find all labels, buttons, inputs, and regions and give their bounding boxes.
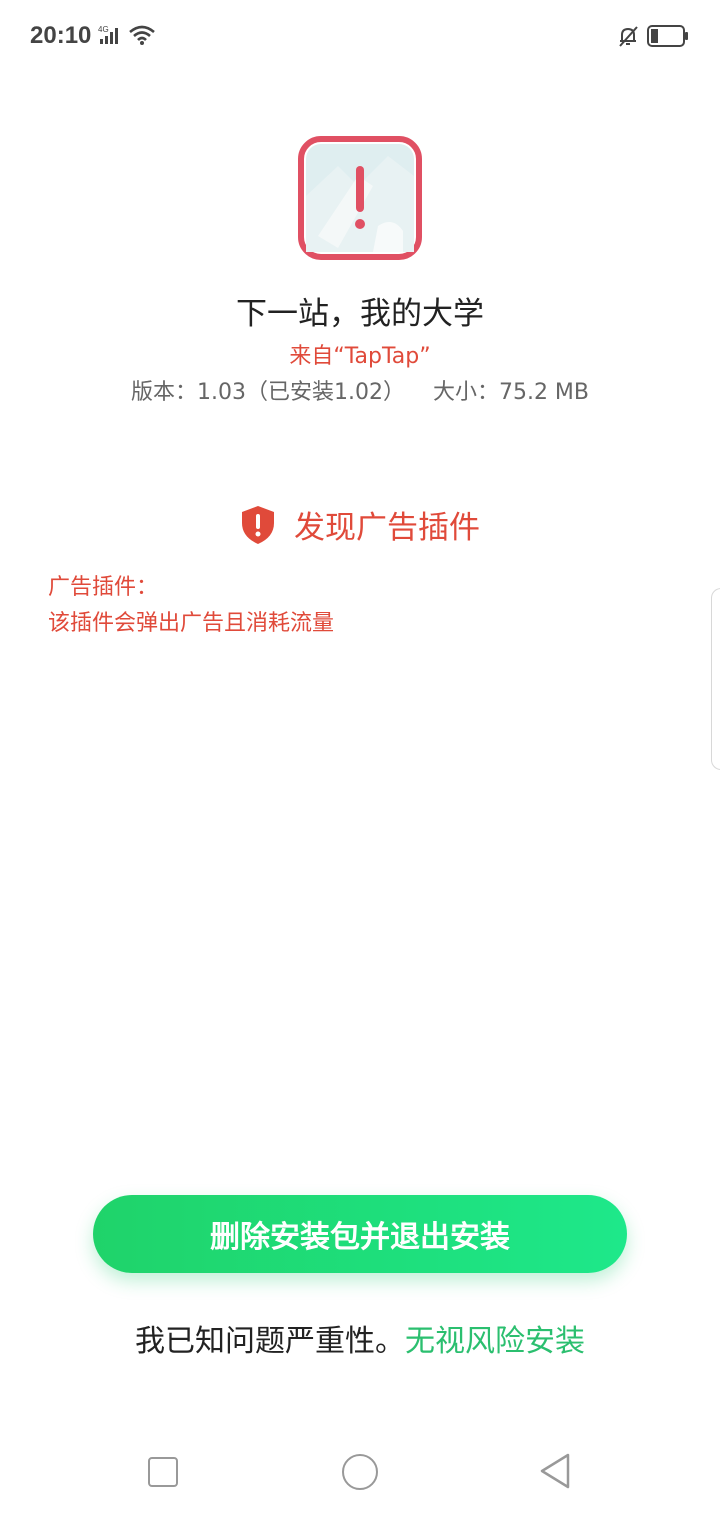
warning-detail: 广告插件： 该插件会弹出广告且消耗流量 <box>48 570 334 642</box>
home-button[interactable] <box>342 1454 378 1490</box>
battery-icon <box>647 25 688 47</box>
risk-acknowledge-text: 我已知问题严重性。 <box>135 1324 405 1359</box>
shield-warning-icon <box>242 505 274 544</box>
warning-header: 发现广告插件 <box>0 502 720 547</box>
app-size: 大小：75.2 MB <box>432 380 590 405</box>
network-type-label: 4G <box>98 25 109 34</box>
wifi-icon <box>129 25 155 45</box>
recents-button[interactable] <box>148 1457 178 1487</box>
ignore-risk-install-link[interactable]: 无视风险安装 <box>405 1324 585 1359</box>
status-time: 20:10 <box>30 22 92 49</box>
mute-icon <box>619 26 638 47</box>
app-info: 版本：1.03（已安装1.02） 大小：75.2 MB <box>0 374 720 406</box>
warning-detail-text: 该插件会弹出广告且消耗流量 <box>48 611 335 636</box>
back-button[interactable] <box>538 1452 572 1490</box>
install-warning-screen: 20:10 4G 下一站，我的大学 来自“TapTap” 版本：1.03（已安装… <box>0 0 720 1520</box>
app-warning-icon <box>298 136 422 260</box>
delete-and-exit-button[interactable]: 删除安装包并退出安装 <box>93 1195 627 1273</box>
app-name: 下一站，我的大学 <box>236 296 484 332</box>
app-version: 版本：1.03（已安装1.02） <box>130 380 405 405</box>
signal-icon: 4G <box>98 25 118 44</box>
status-bar: 20:10 4G <box>0 0 720 72</box>
edge-panel-handle[interactable] <box>711 588 720 770</box>
warning-title: 发现广告插件 <box>294 510 480 546</box>
warning-detail-label: 广告插件： <box>48 575 159 600</box>
navigation-bar <box>0 1430 720 1520</box>
app-source: 来自“TapTap” <box>289 344 431 369</box>
ignore-risk-row: 我已知问题严重性。无视风险安装 <box>0 1316 720 1360</box>
